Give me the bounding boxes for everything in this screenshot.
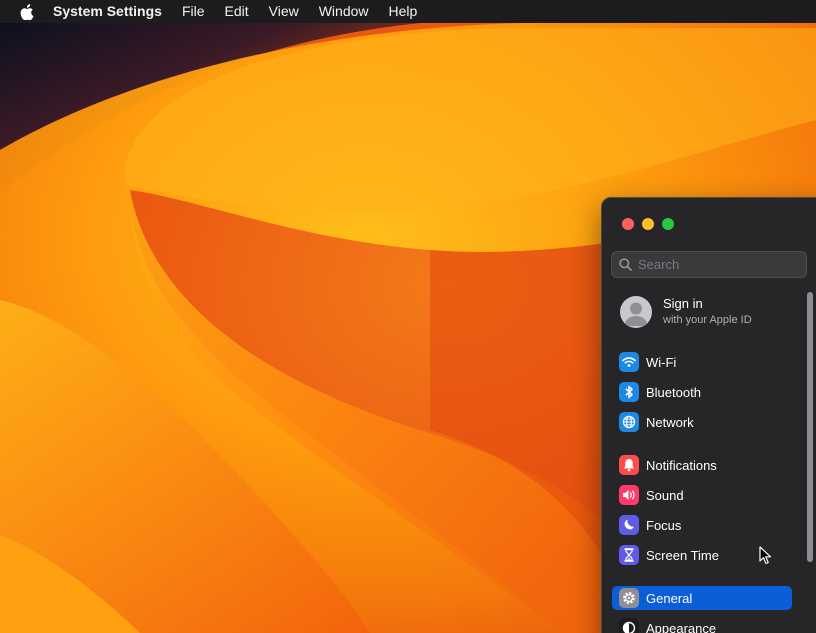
sidebar-item-general[interactable]: General bbox=[612, 586, 792, 610]
menu-edit[interactable]: Edit bbox=[215, 0, 259, 23]
sidebar-item-appearance[interactable]: Appearance bbox=[612, 616, 792, 633]
search-icon bbox=[619, 258, 632, 271]
menu-view[interactable]: View bbox=[259, 0, 309, 23]
appearance-icon bbox=[619, 618, 639, 633]
sidebar-item-network[interactable]: Network bbox=[612, 410, 792, 434]
menu-bar: System Settings File Edit View Window He… bbox=[0, 0, 816, 23]
search-input[interactable] bbox=[638, 257, 806, 272]
globe-icon bbox=[619, 412, 639, 432]
mouse-cursor-icon bbox=[759, 546, 772, 565]
sidebar-item-label: Sound bbox=[646, 487, 684, 503]
menu-help[interactable]: Help bbox=[379, 0, 428, 23]
system-settings-window: Sign in with your Apple ID Wi-Fi Bluet bbox=[601, 197, 816, 633]
minimize-button[interactable] bbox=[642, 218, 654, 230]
menu-app-name[interactable]: System Settings bbox=[53, 0, 172, 23]
sign-in-title: Sign in bbox=[663, 296, 703, 311]
menu-file[interactable]: File bbox=[172, 0, 215, 23]
bell-icon bbox=[619, 455, 639, 475]
sidebar-item-label: Bluetooth bbox=[646, 384, 701, 400]
sidebar-item-sound[interactable]: Sound bbox=[612, 483, 792, 507]
sidebar-item-label: Network bbox=[646, 414, 694, 430]
menu-window[interactable]: Window bbox=[309, 0, 379, 23]
wifi-icon bbox=[619, 352, 639, 372]
sidebar-item-label: Notifications bbox=[646, 457, 717, 473]
search-field[interactable] bbox=[611, 251, 807, 278]
apple-id-sign-in[interactable]: Sign in with your Apple ID bbox=[620, 296, 752, 328]
moon-icon bbox=[619, 515, 639, 535]
apple-logo-icon[interactable] bbox=[17, 3, 37, 20]
sign-in-subtitle: with your Apple ID bbox=[663, 314, 752, 326]
zoom-button[interactable] bbox=[662, 218, 674, 230]
sidebar-item-label: Wi-Fi bbox=[646, 354, 677, 370]
sidebar-item-label: Screen Time bbox=[646, 547, 719, 563]
sidebar-scrollbar[interactable] bbox=[807, 292, 813, 562]
sidebar-item-focus[interactable]: Focus bbox=[612, 513, 792, 537]
sidebar-item-bluetooth[interactable]: Bluetooth bbox=[612, 380, 792, 404]
gear-icon bbox=[619, 588, 639, 608]
sidebar-item-notifications[interactable]: Notifications bbox=[612, 453, 792, 477]
speaker-icon bbox=[619, 485, 639, 505]
close-button[interactable] bbox=[622, 218, 634, 230]
user-avatar-icon bbox=[620, 296, 652, 328]
sidebar-item-label: General bbox=[646, 590, 693, 606]
desktop: System Settings File Edit View Window He… bbox=[0, 0, 816, 633]
sidebar-item-label: Appearance bbox=[646, 620, 717, 633]
sidebar-item-label: Focus bbox=[646, 517, 682, 533]
bluetooth-icon bbox=[619, 382, 639, 402]
hourglass-icon bbox=[619, 545, 639, 565]
sidebar-item-wifi[interactable]: Wi-Fi bbox=[612, 350, 792, 374]
